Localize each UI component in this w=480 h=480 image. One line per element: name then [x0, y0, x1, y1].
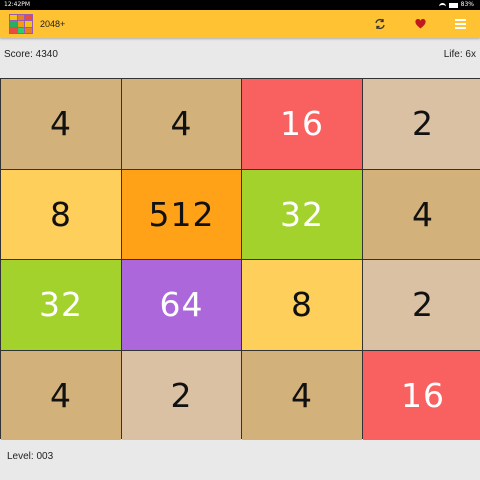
tile: 64 [122, 260, 241, 350]
battery-level: 83% [460, 1, 474, 8]
tile: 4 [1, 79, 121, 169]
menu-button[interactable] [450, 14, 470, 34]
app-title: 2048+ [40, 19, 66, 29]
tile: 32 [242, 169, 362, 259]
battery-icon [448, 2, 458, 8]
status-time: 12:42PM [4, 1, 31, 8]
tile: 32 [1, 260, 121, 350]
tile: 16 [363, 350, 480, 440]
tile: 8 [242, 260, 362, 350]
tile: 512 [122, 169, 241, 259]
status-bar: 12:42PM 83% [0, 0, 480, 10]
app-bar: 2048+ [0, 10, 480, 38]
heart-button[interactable] [410, 14, 430, 34]
menu-icon [454, 19, 466, 29]
heart-icon [414, 19, 426, 29]
tile: 2 [363, 79, 480, 169]
life-label: Life: 6x [443, 49, 476, 60]
refresh-button[interactable] [370, 14, 390, 34]
grid-logo-icon [9, 14, 33, 34]
level-label: Level: 003 [7, 451, 54, 462]
score-label: Score: 4340 [4, 49, 58, 60]
tile: 16 [242, 79, 362, 169]
tile: 4 [242, 350, 362, 440]
wifi-icon [438, 2, 446, 8]
tile: 4 [363, 169, 480, 259]
tile: 4 [122, 79, 241, 169]
tile: 4 [1, 350, 121, 440]
tile: 2 [122, 350, 241, 440]
tile: 8 [1, 169, 121, 259]
refresh-icon [375, 18, 385, 30]
tile: 2 [363, 260, 480, 350]
game-board[interactable]: 4 4 16 2 8 512 32 4 32 64 8 2 4 2 4 16 [0, 78, 480, 440]
status-right: 83% [438, 0, 474, 10]
